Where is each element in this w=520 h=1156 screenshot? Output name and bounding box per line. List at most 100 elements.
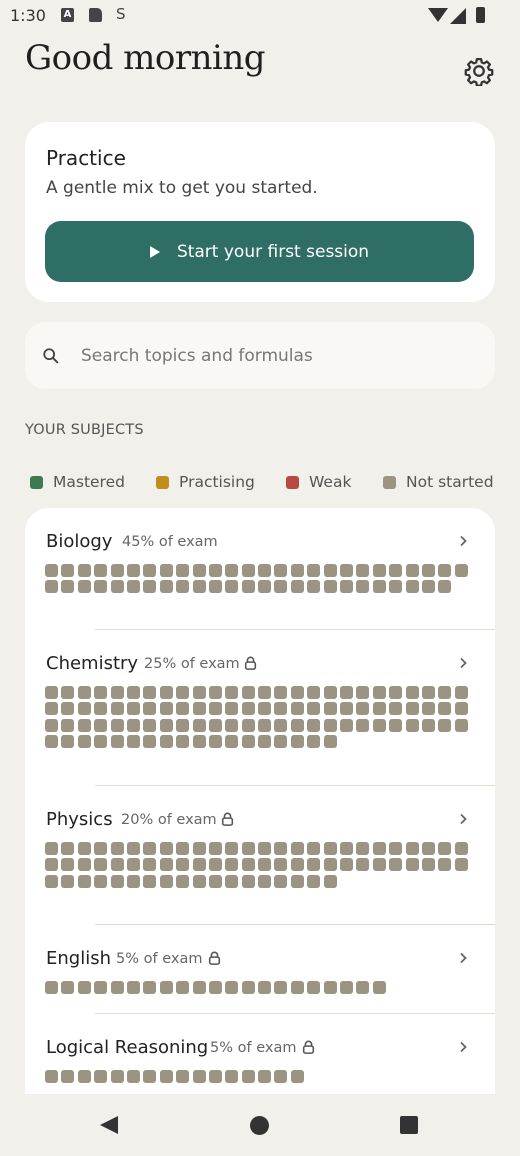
topic-cell (323, 858, 337, 872)
topic-cell (61, 580, 75, 594)
topic-cell (274, 718, 288, 732)
back-icon[interactable] (100, 1116, 118, 1134)
topic-cell (45, 858, 58, 872)
search-input[interactable]: Search topics and formulas (25, 322, 495, 389)
topic-cell (159, 874, 173, 888)
topic-cell (438, 842, 452, 855)
home-icon[interactable] (250, 1116, 269, 1135)
topic-cell (45, 874, 58, 888)
topic-cell (77, 718, 91, 732)
topic-progress-grid (45, 842, 475, 888)
topic-cell (176, 702, 190, 716)
topic-cell (110, 718, 124, 732)
legend-label: Not started (406, 473, 494, 491)
topic-cell (208, 858, 222, 872)
topic-cell (176, 842, 190, 855)
topic-cell (438, 564, 452, 577)
topic-progress-grid (45, 1070, 475, 1083)
subject-exam-share: 20% of exam (121, 812, 217, 828)
practice-subtitle: A gentle mix to get you started. (46, 178, 318, 198)
topic-cell (126, 981, 140, 994)
topic-cell (77, 874, 91, 888)
topic-cell (323, 702, 337, 716)
topic-cell (126, 580, 140, 594)
topic-cell (241, 564, 255, 577)
topic-cell (405, 564, 419, 577)
topic-cell (241, 858, 255, 872)
topic-cell (356, 564, 370, 577)
topic-cell (258, 686, 272, 699)
search-placeholder: Search topics and formulas (81, 346, 313, 366)
topic-cell (274, 874, 288, 888)
topic-cell (340, 981, 354, 994)
topic-cell (290, 858, 304, 872)
topic-cell (307, 735, 321, 749)
topic-cell (61, 718, 75, 732)
topic-cell (389, 564, 403, 577)
topic-cell (94, 735, 108, 749)
topic-cell (208, 1070, 222, 1083)
wifi-icon (428, 8, 448, 22)
topic-cell (389, 718, 403, 732)
topic-cell (208, 718, 222, 732)
topic-cell (192, 735, 206, 749)
topic-cell (126, 1070, 140, 1083)
topic-cell (340, 858, 354, 872)
start-session-button[interactable]: Start your first session (45, 221, 474, 282)
topic-cell (438, 858, 452, 872)
topic-cell (77, 735, 91, 749)
topic-cell (61, 735, 75, 749)
topic-cell (94, 686, 108, 699)
topic-cell (94, 718, 108, 732)
topic-cell (208, 981, 222, 994)
topic-cell (159, 564, 173, 577)
topic-cell (241, 1070, 255, 1083)
topic-cell (126, 718, 140, 732)
recents-icon[interactable] (400, 1116, 418, 1134)
topic-cell (192, 858, 206, 872)
topic-cell (94, 702, 108, 716)
topic-cell (225, 580, 239, 594)
topic-cell (258, 874, 272, 888)
topic-cell (241, 686, 255, 699)
topic-cell (258, 858, 272, 872)
topic-cell (61, 1070, 75, 1083)
topic-cell (77, 1070, 91, 1083)
topic-cell (258, 981, 272, 994)
topic-cell (110, 735, 124, 749)
gear-icon[interactable] (464, 56, 494, 86)
battery-icon (476, 7, 485, 23)
chevron-right-icon (460, 1041, 467, 1053)
topic-cell (307, 564, 321, 577)
topic-cell (307, 686, 321, 699)
topic-cell (372, 702, 386, 716)
legend-swatch (30, 475, 43, 489)
topic-cell (323, 718, 337, 732)
topic-cell (405, 702, 419, 716)
topic-cell (45, 735, 58, 749)
topic-cell (110, 686, 124, 699)
topic-cell (290, 842, 304, 855)
topic-cell (159, 735, 173, 749)
topic-cell (274, 564, 288, 577)
topic-cell (274, 580, 288, 594)
topic-cell (454, 718, 468, 732)
topic-cell (208, 580, 222, 594)
topic-cell (110, 1070, 124, 1083)
topic-cell (225, 718, 239, 732)
topic-cell (438, 702, 452, 716)
topic-cell (192, 1070, 206, 1083)
topic-cell (126, 686, 140, 699)
topic-cell (143, 981, 157, 994)
topic-cell (421, 702, 435, 716)
topic-progress-grid (45, 981, 475, 994)
topic-cell (159, 858, 173, 872)
topic-cell (290, 1070, 304, 1083)
topic-cell (208, 702, 222, 716)
topic-cell (389, 702, 403, 716)
topic-cell (192, 981, 206, 994)
topic-cell (340, 702, 354, 716)
topic-cell (126, 858, 140, 872)
topic-cell (192, 686, 206, 699)
topic-cell (176, 580, 190, 594)
